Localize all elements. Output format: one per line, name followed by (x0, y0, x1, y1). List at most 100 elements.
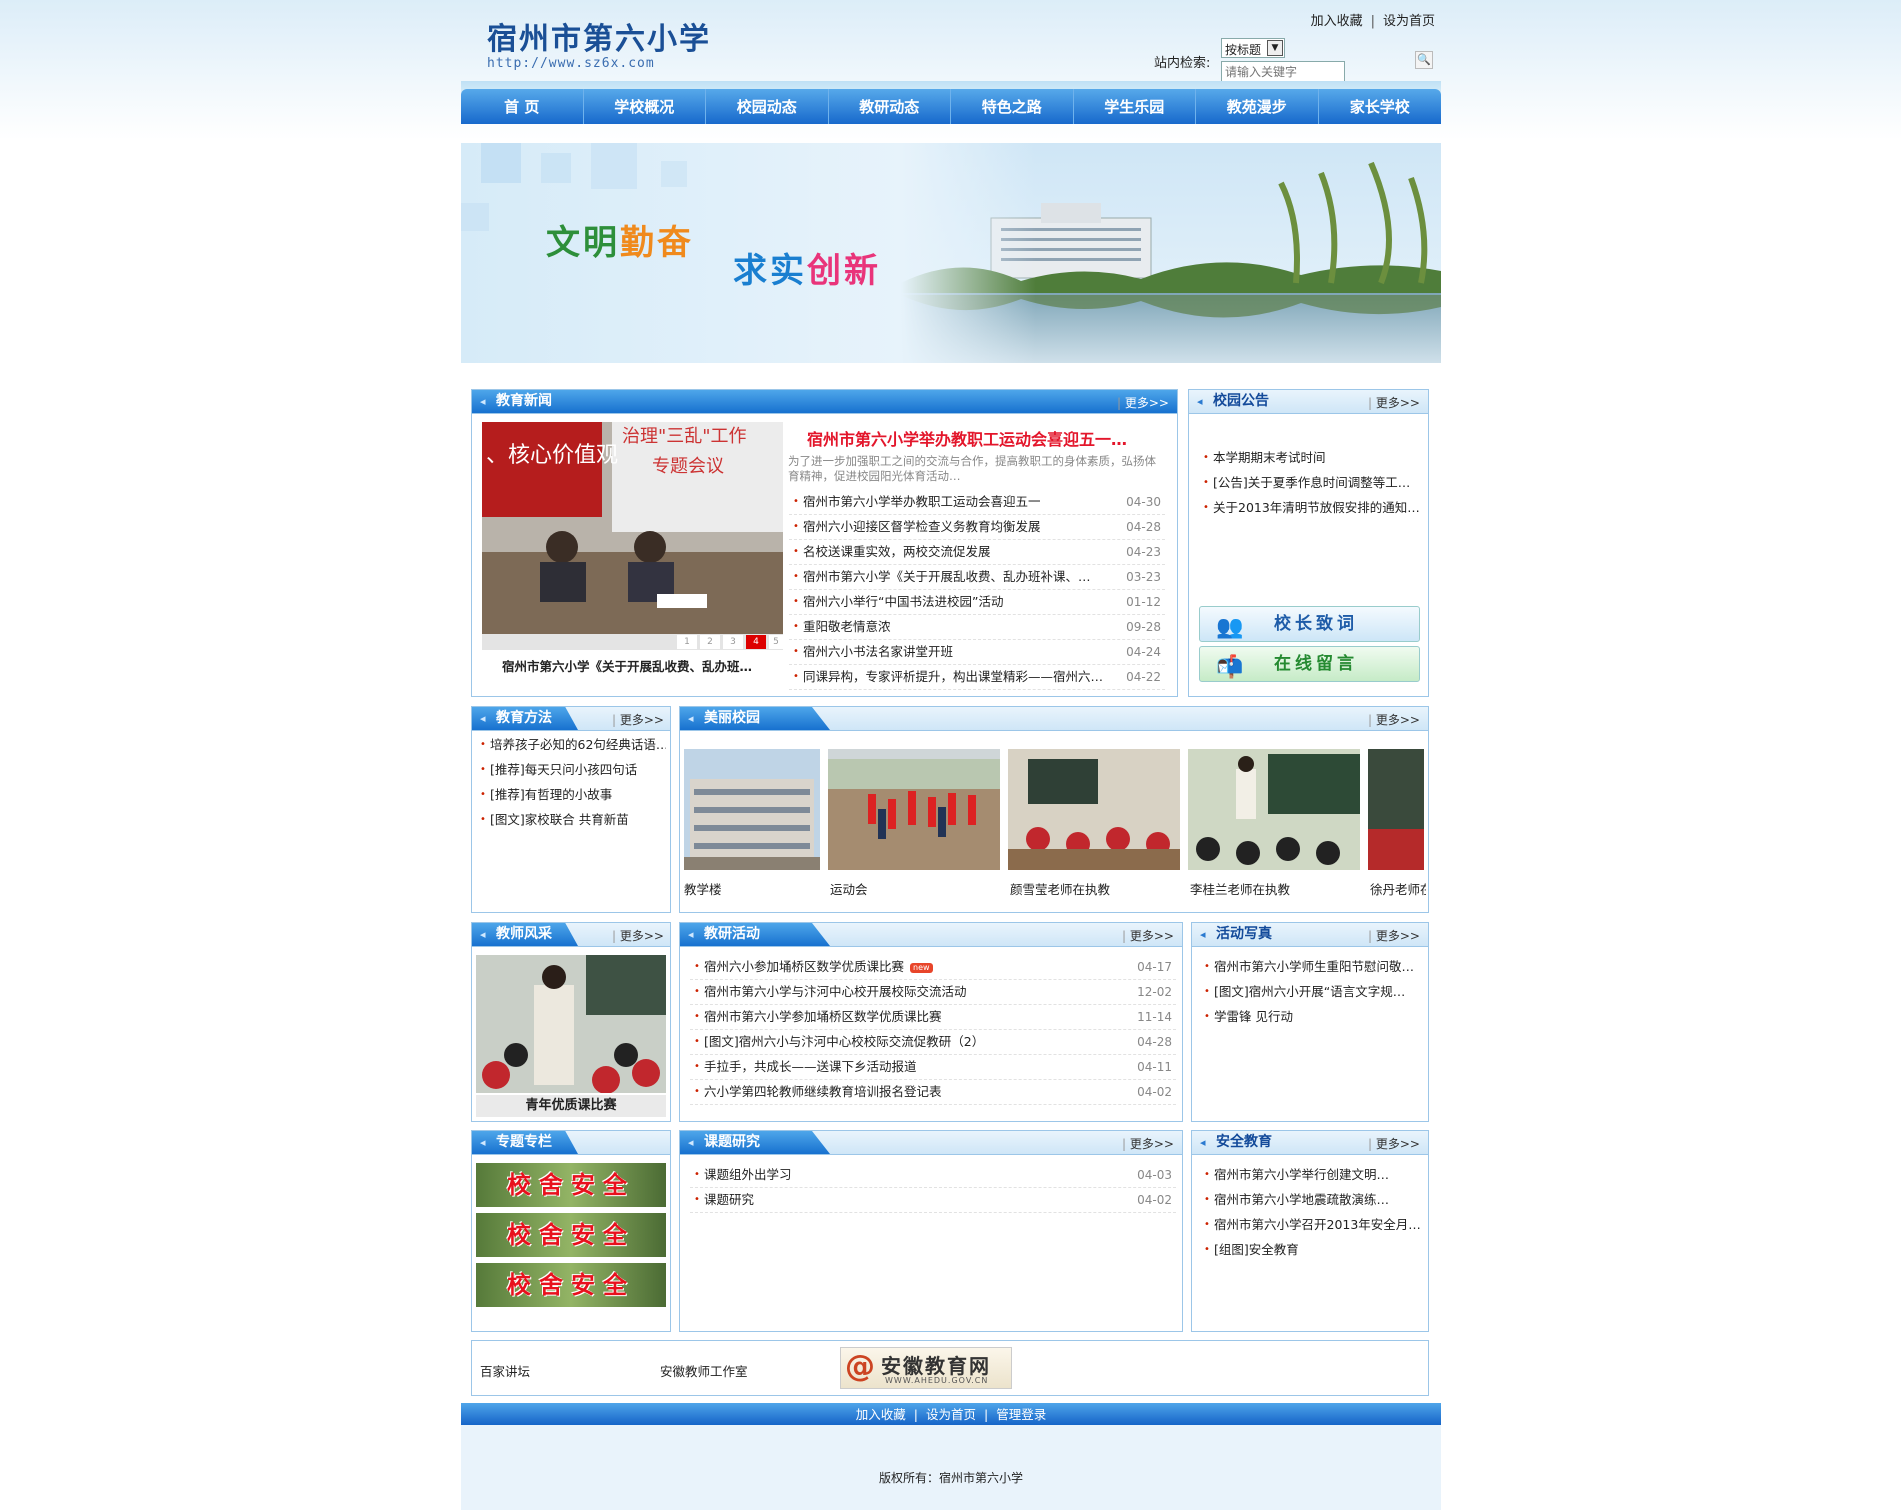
search-icon[interactable]: 🔍 (1415, 51, 1433, 69)
topics-more-link[interactable]: 更多>> (1122, 1135, 1174, 1152)
list-item[interactable]: 手拉手，共成长——送课下乡活动报道04-11 (690, 1055, 1176, 1080)
nav-item-about[interactable]: 学校概况 (584, 89, 706, 124)
campus-caption-3[interactable]: 颜雪莹老师在执教 (1010, 879, 1110, 898)
list-item[interactable]: 名校送课重实效，两校交流促发展04-23 (789, 540, 1165, 565)
footer-set-homepage-link[interactable]: 设为首页 (926, 1407, 976, 1422)
edu-news-header: 教育新闻 更多>> (472, 390, 1177, 414)
friend-link-baijia[interactable]: 百家讲坛 (480, 1361, 530, 1380)
topics-header: 课题研究 更多>> (680, 1131, 1182, 1155)
list-item[interactable]: [图文]家校联合 共育新苗 (476, 808, 666, 833)
list-item[interactable]: 宿州六小书法名家讲堂开班04-24 (789, 640, 1165, 665)
teacher-photo[interactable] (476, 955, 666, 1093)
slide-page-4-active[interactable]: 4 (746, 635, 766, 649)
list-item[interactable]: 课题组外出学习04-03 (690, 1163, 1176, 1188)
campus-photo-class-1[interactable] (1008, 749, 1180, 870)
list-item[interactable]: [推荐]有哲理的小故事 (476, 783, 666, 808)
slide-page-3[interactable]: 3 (723, 635, 743, 649)
campus-caption-1[interactable]: 教学楼 (684, 879, 722, 898)
footer-admin-login-link[interactable]: 管理登录 (996, 1407, 1046, 1422)
list-item[interactable]: 宿州市第六小学举办教职工运动会喜迎五一04-30 (789, 490, 1165, 515)
site-logo[interactable]: 宿州市第六小学 http://www.sz6x.com (487, 14, 711, 71)
notice-box: 校园公告 更多>> 本学期期末考试时间 [公告]关于夏季作息时间调整等工… 关于… (1188, 389, 1429, 697)
slide-page-5[interactable]: 5 (769, 635, 783, 649)
meeting-photo-image: 、核心价值观 治理"三乱"工作 专题会议 (482, 422, 783, 634)
list-item[interactable]: [组图]安全教育 (1200, 1238, 1424, 1263)
nav-item-features[interactable]: 特色之路 (951, 89, 1074, 124)
list-item[interactable]: [推荐]每天只问小孩四句话 (476, 758, 666, 783)
list-item[interactable]: 重阳敬老情意浓09-28 (789, 615, 1165, 640)
site-name: 宿州市第六小学 (487, 22, 711, 57)
nav-item-campus-news[interactable]: 校园动态 (706, 89, 829, 124)
set-homepage-link[interactable]: 设为首页 (1383, 14, 1435, 29)
list-item[interactable]: 宿州市第六小学参加埇桥区数学优质课比赛11-14 (690, 1005, 1176, 1030)
list-item[interactable]: [公告]关于夏季作息时间调整等工… (1199, 471, 1421, 496)
list-item[interactable]: [图文]宿州六小与汴河中心校校际交流促教研（2）04-28 (690, 1030, 1176, 1055)
search-input[interactable] (1221, 61, 1345, 83)
nav-item-parents[interactable]: 家长学校 (1319, 89, 1442, 124)
campus-caption-4[interactable]: 李桂兰老师在执教 (1190, 879, 1290, 898)
list-item[interactable]: 同课异构，专家评析提升，构出课堂精彩——宿州六…04-22 (789, 665, 1165, 690)
list-item[interactable]: 关于2013年清明节放假安排的通知… (1199, 496, 1421, 521)
notice-more-link[interactable]: 更多>> (1368, 394, 1420, 411)
teachers-box: 教师风采 更多>> 青年优质课比赛 (471, 922, 671, 1122)
edu-news-more-link[interactable]: 更多>> (1117, 394, 1169, 411)
nav-item-research-news[interactable]: 教研动态 (829, 89, 951, 124)
notice-list: 本学期期末考试时间 [公告]关于夏季作息时间调整等工… 关于2013年清明节放假… (1199, 446, 1421, 521)
activity-photos-box: 活动写真 更多>> 宿州市第六小学师生重阳节慰问敬… [图文]宿州六小开展“语言… (1191, 922, 1429, 1122)
list-item[interactable]: 宿州六小迎接区督学检查义务教育均衡发展04-28 (789, 515, 1165, 540)
campus-photo-building[interactable] (684, 749, 820, 870)
activity-photos-header: 活动写真 更多>> (1192, 923, 1428, 947)
campus-photo-class-3[interactable] (1368, 749, 1424, 870)
nav-item-teachers[interactable]: 教苑漫步 (1196, 89, 1319, 124)
safety-more-link[interactable]: 更多>> (1368, 1135, 1420, 1152)
campus-caption-2[interactable]: 运动会 (830, 879, 868, 898)
edu-news-box: 教育新闻 更多>> 、核心价值观 治理"三乱"工作 专题会议 1 2 3 4 5 (471, 389, 1178, 697)
research-more-link[interactable]: 更多>> (1122, 927, 1174, 944)
safety-header: 安全教育 更多>> (1192, 1131, 1428, 1155)
principal-speech-button[interactable]: 👥 校长致词 (1199, 606, 1420, 642)
teachers-more-link[interactable]: 更多>> (612, 927, 664, 944)
add-favorite-link[interactable]: 加入收藏 (1311, 14, 1363, 29)
list-item[interactable]: 宿州市第六小学举行创建文明… (1200, 1163, 1424, 1188)
safety-title: 安全教育 (1192, 1131, 1298, 1154)
slide-caption[interactable]: 宿州市第六小学《关于开展乱收费、乱办班… (502, 656, 752, 675)
search-type-select[interactable]: 按标题 ▼ (1221, 38, 1285, 58)
list-item[interactable]: 宿州六小举行“中国书法进校园”活动01-12 (789, 590, 1165, 615)
list-item[interactable]: 本学期期末考试时间 (1199, 446, 1421, 471)
list-item[interactable]: 宿州六小参加埇桥区数学优质课比赛new04-17 (690, 955, 1176, 980)
edu-news-slide-photo[interactable]: 、核心价值观 治理"三乱"工作 专题会议 (482, 422, 783, 634)
list-item[interactable]: 六小学第四轮教师继续教育培训报名登记表04-02 (690, 1080, 1176, 1105)
campus-photo-sports[interactable] (828, 749, 1000, 870)
slide-page-1[interactable]: 1 (677, 635, 697, 649)
footer-add-favorite-link[interactable]: 加入收藏 (856, 1407, 906, 1422)
list-item[interactable]: 学雷锋 见行动 (1200, 1005, 1424, 1030)
activity-photos-more-link[interactable]: 更多>> (1368, 927, 1420, 944)
list-item[interactable]: 培养孩子必知的62句经典话语… (476, 733, 666, 758)
online-message-button[interactable]: 📬 在线留言 (1199, 646, 1420, 682)
list-item[interactable]: 宿州市第六小学《关于开展乱收费、乱办班补课、…03-23 (789, 565, 1165, 590)
list-item[interactable]: 宿州市第六小学地震疏散演练… (1200, 1188, 1424, 1213)
list-item[interactable]: 宿州市第六小学召开2013年安全月… (1200, 1213, 1424, 1238)
activity-photos-list: 宿州市第六小学师生重阳节慰问敬… [图文]宿州六小开展“语言文字规… 学雷锋 见… (1200, 955, 1424, 1030)
methods-more-link[interactable]: 更多>> (612, 711, 664, 728)
page-wrapper: 宿州市第六小学 http://www.sz6x.com 加入收藏 | 设为首页 站内… (461, 0, 1441, 1510)
friend-link-teacher-studio[interactable]: 安徽教师工作室 (660, 1361, 748, 1380)
campus-more-link[interactable]: 更多>> (1368, 711, 1420, 728)
campus-photo-class-2[interactable] (1188, 749, 1360, 870)
mailbox-icon: 📬 (1216, 655, 1244, 680)
slide-page-2[interactable]: 2 (700, 635, 720, 649)
special-banner-1[interactable]: 校舍安全 (476, 1163, 666, 1207)
edu-news-headline[interactable]: 宿州市第六小学举办教职工运动会喜迎五一… (807, 426, 1127, 450)
campus-caption-5[interactable]: 徐丹老师在 (1370, 879, 1426, 898)
chevron-down-icon: ▼ (1267, 40, 1283, 56)
list-item[interactable]: 宿州市第六小学师生重阳节慰问敬… (1200, 955, 1424, 980)
special-banner-2[interactable]: 校舍安全 (476, 1213, 666, 1257)
nav-item-home[interactable]: 首 页 (461, 89, 584, 124)
ahedu-logo[interactable]: @ 安徽教育网 WWW.AHEDU.GOV.CN (840, 1347, 1012, 1389)
teacher-photo-caption[interactable]: 青年优质课比赛 (476, 1095, 666, 1117)
list-item[interactable]: 宿州市第六小学与汴河中心校开展校际交流活动12-02 (690, 980, 1176, 1005)
nav-item-students[interactable]: 学生乐园 (1074, 89, 1196, 124)
special-banner-3[interactable]: 校舍安全 (476, 1263, 666, 1307)
list-item[interactable]: 课题研究04-02 (690, 1188, 1176, 1213)
list-item[interactable]: [图文]宿州六小开展“语言文字规… (1200, 980, 1424, 1005)
